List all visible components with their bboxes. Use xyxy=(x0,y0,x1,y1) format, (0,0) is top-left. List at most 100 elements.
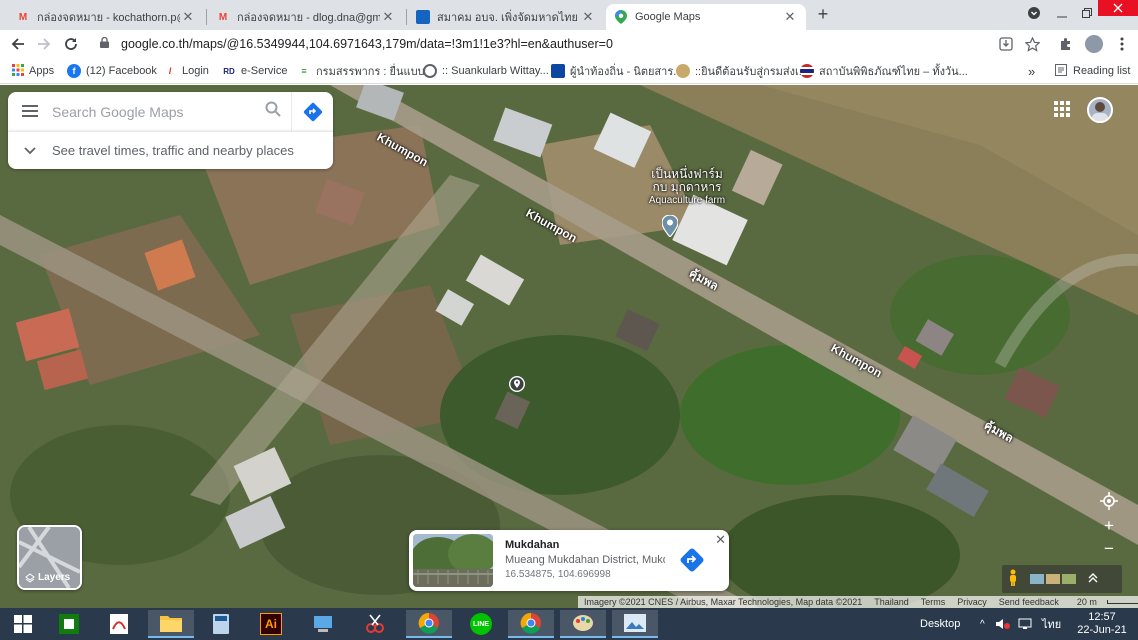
network-app-icon[interactable] xyxy=(300,610,346,638)
my-location-icon[interactable] xyxy=(1098,490,1120,512)
tab-search-icon[interactable] xyxy=(1024,0,1044,26)
close-tab-icon[interactable]: ✕ xyxy=(782,9,798,25)
dropped-location-pin-icon[interactable] xyxy=(508,375,526,395)
close-tab-icon[interactable]: ✕ xyxy=(180,9,196,25)
tab-google-maps[interactable]: Google Maps ✕ xyxy=(606,4,806,30)
privacy-link[interactable]: Privacy xyxy=(951,597,993,607)
imagery-credit: Imagery ©2021 CNES / Airbus, Maxar Techn… xyxy=(584,597,863,607)
tab-gmail-kochathorn[interactable]: M กล่องจดหมาย - kochathorn.p@gm ✕ xyxy=(8,4,204,30)
bookmark-department[interactable]: ::ยินดีต้อนรับสู่กรมส่งเ... xyxy=(676,63,808,79)
imagery-thumbnail[interactable] xyxy=(1046,574,1060,584)
zoom-out-button[interactable]: − xyxy=(1097,538,1121,560)
poi-pin-icon[interactable] xyxy=(661,214,679,240)
line-app-icon[interactable]: LINE xyxy=(458,610,504,638)
paint-app-icon[interactable] xyxy=(560,610,606,638)
hamburger-menu-icon[interactable] xyxy=(8,101,52,122)
tab-gmail-dlog[interactable]: M กล่องจดหมาย - dlog.dna@gmail.cc ✕ xyxy=(208,4,404,30)
browser-tab-bar: M กล่องจดหมาย - kochathorn.p@gm ✕ M กล่อ… xyxy=(0,0,1138,30)
forward-icon[interactable] xyxy=(34,34,54,54)
chrome-icon[interactable] xyxy=(406,610,452,638)
terms-link[interactable]: Terms xyxy=(915,597,952,607)
windows-start-icon[interactable] xyxy=(0,610,46,638)
bookmarks-overflow-button[interactable]: » xyxy=(1028,63,1035,79)
lock-icon xyxy=(100,36,109,51)
tab-title: กล่องจดหมาย - dlog.dna@gmail.cc xyxy=(237,12,380,24)
login-icon: Ɩ xyxy=(168,66,172,76)
expand-chevron-icon[interactable] xyxy=(1088,572,1098,586)
address-bar[interactable]: google.co.th/maps/@16.5349944,104.697164… xyxy=(92,32,992,56)
reading-list-button[interactable]: Reading list xyxy=(1055,63,1130,79)
snipping-tool-icon[interactable] xyxy=(352,610,398,638)
bookmark-revenue-dept[interactable]: ≡ กรมสรรพากร : ยื่นแบบ... xyxy=(297,63,433,79)
magazine-icon xyxy=(551,64,565,78)
menu-kebab-icon[interactable] xyxy=(1112,34,1132,54)
bookmark-label: ผู้นำท้องถิ่น - นิตยสาร... xyxy=(570,66,683,78)
close-card-icon[interactable]: ✕ xyxy=(715,532,726,548)
place-info-card[interactable]: Mukdahan Mueang Mukdahan District, Mukd.… xyxy=(409,530,729,591)
bookmark-apps[interactable]: Apps xyxy=(12,63,54,79)
layers-button[interactable]: Layers xyxy=(17,525,82,590)
install-app-icon[interactable] xyxy=(996,34,1016,54)
scale-label: 20 m xyxy=(1076,597,1097,607)
profile-avatar-icon[interactable] xyxy=(1084,34,1104,54)
country-link[interactable]: Thailand xyxy=(868,597,915,607)
reload-icon[interactable] xyxy=(61,34,81,54)
apps-grid-icon xyxy=(12,63,24,79)
bookmark-suankularb[interactable]: :: Suankularb Wittay... xyxy=(423,63,549,79)
travel-times-bar[interactable]: See travel times, traffic and nearby pla… xyxy=(8,131,333,169)
restore-icon[interactable] xyxy=(1076,0,1098,26)
chevron-down-icon[interactable] xyxy=(8,143,52,158)
account-avatar[interactable] xyxy=(1087,97,1113,123)
map-canvas[interactable]: Khumpon Khumpon คุ้มพล Khumpon คุ้มพล เป… xyxy=(0,85,1138,608)
bookmark-login[interactable]: Ɩ Login xyxy=(163,63,209,79)
bookmark-local-leader[interactable]: ผู้นำท้องถิ่น - นิตยสาร... xyxy=(551,63,682,79)
illustrator-icon[interactable]: Ai xyxy=(248,610,294,638)
imagery-thumbnail[interactable] xyxy=(1062,574,1076,584)
street-view-bar xyxy=(1002,565,1122,593)
minimize-icon[interactable] xyxy=(1050,0,1074,26)
calculator-app-icon[interactable] xyxy=(198,610,244,638)
bookmark-label: :: Suankularb Wittay... xyxy=(442,65,549,77)
store-app-icon[interactable] xyxy=(46,610,92,638)
chrome-profile-icon[interactable] xyxy=(508,610,554,638)
bookmark-facebook[interactable]: f (12) Facebook xyxy=(67,63,157,79)
google-apps-icon[interactable] xyxy=(1054,101,1072,119)
bookmark-thai-institute[interactable]: สถาบันพิพิธภัณฑ์ไทย – ทั้งวัน... xyxy=(800,63,968,79)
layers-text: Layers xyxy=(38,572,71,583)
system-clock[interactable]: 12:57 22-Jun-21 xyxy=(1074,611,1130,637)
tray-overflow-arrow[interactable]: ^ xyxy=(980,608,985,640)
bookmarks-bar: Apps f (12) Facebook Ɩ Login RD e-Servic… xyxy=(0,58,1138,84)
back-icon[interactable] xyxy=(8,34,28,54)
pegman-icon[interactable] xyxy=(1008,569,1018,590)
tab-association-news[interactable]: สมาคม อบจ. เพิ่งจัดมหาดไทย ชักซ้อมแ ✕ xyxy=(408,4,604,30)
search-input[interactable] xyxy=(52,103,255,120)
scale-bar[interactable]: 20 m xyxy=(1065,597,1138,607)
network-icon[interactable] xyxy=(1018,608,1032,640)
input-language-indicator[interactable]: ไทย xyxy=(1042,608,1061,640)
new-tab-button[interactable]: + xyxy=(814,5,832,23)
place-photo xyxy=(413,534,493,587)
zoom-in-button[interactable]: + xyxy=(1097,515,1121,537)
send-feedback-link[interactable]: Send feedback xyxy=(993,597,1065,607)
volume-muted-icon[interactable] xyxy=(996,608,1010,640)
imagery-thumbnail[interactable] xyxy=(1030,574,1044,584)
desktop-toolbar-label[interactable]: Desktop xyxy=(920,608,960,640)
poi-aquaculture-farm[interactable]: เป็นหนึ่งฟาร์ม กบ มุกดาหาร Aquaculture f… xyxy=(642,168,732,207)
bookmark-label: (12) Facebook xyxy=(86,65,157,77)
school-icon xyxy=(423,64,437,78)
directions-icon xyxy=(303,102,322,121)
photos-app-icon[interactable] xyxy=(612,610,658,638)
place-directions-icon[interactable] xyxy=(679,547,705,573)
close-tab-icon[interactable]: ✕ xyxy=(580,9,596,25)
bookmark-star-icon[interactable] xyxy=(1022,34,1042,54)
close-window-icon[interactable] xyxy=(1098,0,1138,16)
directions-button[interactable] xyxy=(291,92,333,131)
tab-title: กล่องจดหมาย - kochathorn.p@gm xyxy=(37,12,180,24)
bookmark-eservice[interactable]: RD e-Service xyxy=(222,63,287,79)
extensions-icon[interactable] xyxy=(1056,34,1076,54)
close-tab-icon[interactable]: ✕ xyxy=(380,9,396,25)
pdf-reader-icon[interactable] xyxy=(96,610,142,638)
file-explorer-icon[interactable] xyxy=(148,610,194,638)
reading-list-label: Reading list xyxy=(1073,65,1131,77)
search-icon[interactable] xyxy=(255,101,291,122)
